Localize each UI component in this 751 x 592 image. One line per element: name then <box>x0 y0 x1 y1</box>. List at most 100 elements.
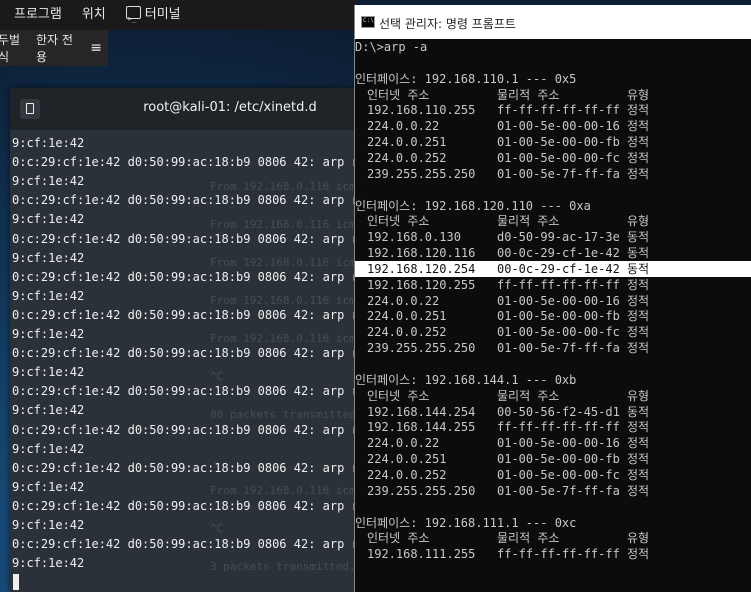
interface-header-text: 인터페이스: 192.168.144.1 --- 0xb <box>355 372 577 387</box>
col-header-internet-address: 인터넷 주소 <box>367 388 430 403</box>
ghost-text-line: From 192.168.0.116 icmp_ <box>210 332 369 345</box>
arp-type: 정적 <box>627 150 650 165</box>
terminal-cursor <box>13 574 19 590</box>
cmd-title: 선택 관리자: 명령 프롬프트 <box>379 17 516 31</box>
arp-entry: 224.0.0.252 01-00-5e-00-00-fc 정적 <box>355 467 751 483</box>
arp-type: 정적 <box>627 166 650 181</box>
prompt-line: D:\>arp -a <box>355 39 751 55</box>
arp-entry: 224.0.0.251 01-00-5e-00-00-fb 정적 <box>355 451 751 467</box>
col-header-type: 유형 <box>627 214 650 229</box>
arp-mac-address: 00-0c-29-cf-1e-42 <box>497 246 620 261</box>
terminal-line: 0:c:29:cf:1e:42 d0:50:99:ac:18:b9 0806 4… <box>12 460 370 475</box>
arp-ip-address: 224.0.0.22 <box>367 436 440 451</box>
arp-ip-address: 224.0.0.22 <box>367 293 440 308</box>
menu-terminal[interactable]: 터미널 <box>116 0 191 34</box>
ime-panel: 두벌식 한자 전용 ≡ <box>0 30 108 66</box>
col-header-type: 유형 <box>627 531 650 546</box>
arp-entry-selected: 192.168.120.254 00-0c-29-cf-1e-42 동적 <box>355 260 751 277</box>
arp-ip-address: 224.0.0.22 <box>367 119 440 134</box>
terminal-line: 9:cf:1e:42 <box>12 518 85 532</box>
arp-entry: 224.0.0.251 01-00-5e-00-00-fb 정적 <box>355 134 751 150</box>
arp-type: 정적 <box>627 420 650 435</box>
terminal-icon <box>125 4 141 34</box>
terminal-line: 9:cf:1e:42 <box>12 365 85 380</box>
arp-type: 정적 <box>627 309 650 324</box>
arp-type: 정적 <box>627 325 650 340</box>
arp-entry: 224.0.0.22 01-00-5e-00-00-16 정적 <box>355 118 751 134</box>
arp-ip-address: 192.168.110.255 <box>367 103 476 118</box>
arp-ip-address: 192.168.144.255 <box>367 420 476 435</box>
kali-terminal-window: root@kali-01: /etc/xinetd.d From 192.168… <box>10 88 370 592</box>
interface-header-text: 인터페이스: 192.168.120.110 --- 0xa <box>355 198 591 213</box>
ime-method[interactable]: 두벌식 <box>0 31 30 65</box>
terminal-line: 0:c:29:cf:1e:42 d0:50:99:ac:18:b9 0806 4… <box>12 384 370 399</box>
arp-entry: 192.168.110.255 ff-ff-ff-ff-ff-ff 정적 <box>355 102 751 118</box>
arp-ip-address: 224.0.0.252 <box>367 150 447 165</box>
arp-type: 정적 <box>627 119 650 134</box>
arp-ip-address: 192.168.120.116 <box>367 246 476 261</box>
terminal-line: 9:cf:1e:42 <box>12 250 85 265</box>
col-header-physical-address: 물리적 주소 <box>497 214 560 229</box>
terminal-line: 0:c:29:cf:1e:42 d0:50:99:ac:18:b9 0806 4… <box>12 537 370 552</box>
arp-type: 정적 <box>627 467 650 482</box>
arp-entry: 192.168.144.255 ff-ff-ff-ff-ff-ff 정적 <box>355 419 751 435</box>
terminal-line: 9:cf:1e:42 <box>12 403 85 418</box>
arp-type: 정적 <box>627 547 650 562</box>
cmd-app-icon[interactable] <box>361 16 375 28</box>
arp-ip-address: 224.0.0.252 <box>367 325 447 340</box>
interface-header-text: 인터페이스: 192.168.111.1 --- 0xc <box>355 515 577 530</box>
arp-type: 동적 <box>627 261 650 276</box>
col-header-type: 유형 <box>627 388 650 403</box>
arp-mac-address: d0-50-99-ac-17-3e <box>497 230 620 245</box>
arp-mac-address: 01-00-5e-00-00-fc <box>497 325 620 340</box>
hamburger-menu-icon[interactable]: ≡ <box>90 40 102 56</box>
terminal-line: 0:c:29:cf:1e:42 d0:50:99:ac:18:b9 0806 4… <box>12 498 370 513</box>
arp-ip-address: 192.168.144.254 <box>367 404 476 419</box>
arp-ip-address: 239.255.255.250 <box>367 341 476 356</box>
cmd-output[interactable]: D:\>arp -a 인터페이스: 192.168.110.1 --- 0x5 인터… <box>355 39 751 592</box>
col-header-physical-address: 물리적 주소 <box>497 87 560 102</box>
arp-ip-address: 239.255.255.250 <box>367 166 476 181</box>
arp-ip-address: 192.168.120.255 <box>367 277 476 292</box>
ghost-text-line: 80 packets transmitted, <box>210 408 363 421</box>
arp-ip-address: 224.0.0.251 <box>367 135 447 150</box>
arp-entry: 224.0.0.252 01-00-5e-00-00-fc 정적 <box>355 150 751 166</box>
menu-programs[interactable]: 프로그램 <box>0 0 72 30</box>
interface-header-text: 인터페이스: 192.168.110.1 --- 0x5 <box>355 71 577 86</box>
prompt-text: D:\>arp -a <box>355 40 428 54</box>
terminal-line: 9:cf:1e:42 <box>12 136 85 150</box>
arp-mac-address: 01-00-5e-00-00-16 <box>497 436 620 451</box>
top-panel: 프로그램 위치 터미널 <box>0 0 355 34</box>
col-header-internet-address: 인터넷 주소 <box>367 531 430 546</box>
arp-type: 정적 <box>627 452 650 467</box>
terminal-line: 9:cf:1e:42 <box>12 556 85 571</box>
cmd-window: 선택 관리자: 명령 프롬프트 D:\>arp -a 인터페이스: 192.168… <box>354 5 751 592</box>
terminal-line: 0:c:29:cf:1e:42 d0:50:99:ac:18:b9 0806 4… <box>12 346 370 361</box>
menu-location[interactable]: 위치 <box>72 0 116 30</box>
arp-type: 정적 <box>627 293 650 308</box>
arp-entry: 192.168.120.255 ff-ff-ff-ff-ff-ff 정적 <box>355 277 751 293</box>
arp-entry: 224.0.0.22 01-00-5e-00-00-16 정적 <box>355 435 751 451</box>
arp-entry: 192.168.120.116 00-0c-29-cf-1e-42 동적 <box>355 245 751 261</box>
kali-terminal-output[interactable]: From 192.168.0.116 icmp_ From 192.168.0.1… <box>10 130 370 592</box>
ghost-text-line: 3 packets transmitted, <box>210 560 356 573</box>
arp-mac-address: ff-ff-ff-ff-ff-ff <box>497 547 620 562</box>
arp-type: 정적 <box>627 483 650 498</box>
arp-mac-address: 01-00-5e-00-00-fc <box>497 467 620 482</box>
terminal-line: 9:cf:1e:42 <box>12 479 85 494</box>
terminal-line: 9:cf:1e:42 <box>12 288 85 303</box>
ime-hanja-mode[interactable]: 한자 전용 <box>36 31 82 65</box>
kali-terminal-title: root@kali-01: /etc/xinetd.d <box>143 100 317 115</box>
arp-entry: 224.0.0.251 01-00-5e-00-00-fb 정적 <box>355 308 751 324</box>
col-header-internet-address: 인터넷 주소 <box>367 214 430 229</box>
arp-type: 동적 <box>627 230 650 245</box>
arp-entry: 239.255.255.250 01-00-5e-7f-ff-fa 정적 <box>355 166 751 182</box>
kali-terminal-titlebar: root@kali-01: /etc/xinetd.d <box>10 88 370 130</box>
col-header-physical-address: 물리적 주소 <box>497 388 560 403</box>
interface-header: 인터페이스: 192.168.144.1 --- 0xb <box>355 372 751 388</box>
arp-mac-address: 00-0c-29-cf-1e-42 <box>497 261 620 276</box>
column-header-row: 인터넷 주소 물리적 주소 유형 <box>355 388 751 404</box>
ghost-text-line: From 192.168.0.116 icmp_ <box>210 484 369 497</box>
arp-entry: 192.168.144.254 00-50-56-f2-45-d1 동적 <box>355 404 751 420</box>
arp-entry: 192.168.111.255 ff-ff-ff-ff-ff-ff 정적 <box>355 546 751 562</box>
